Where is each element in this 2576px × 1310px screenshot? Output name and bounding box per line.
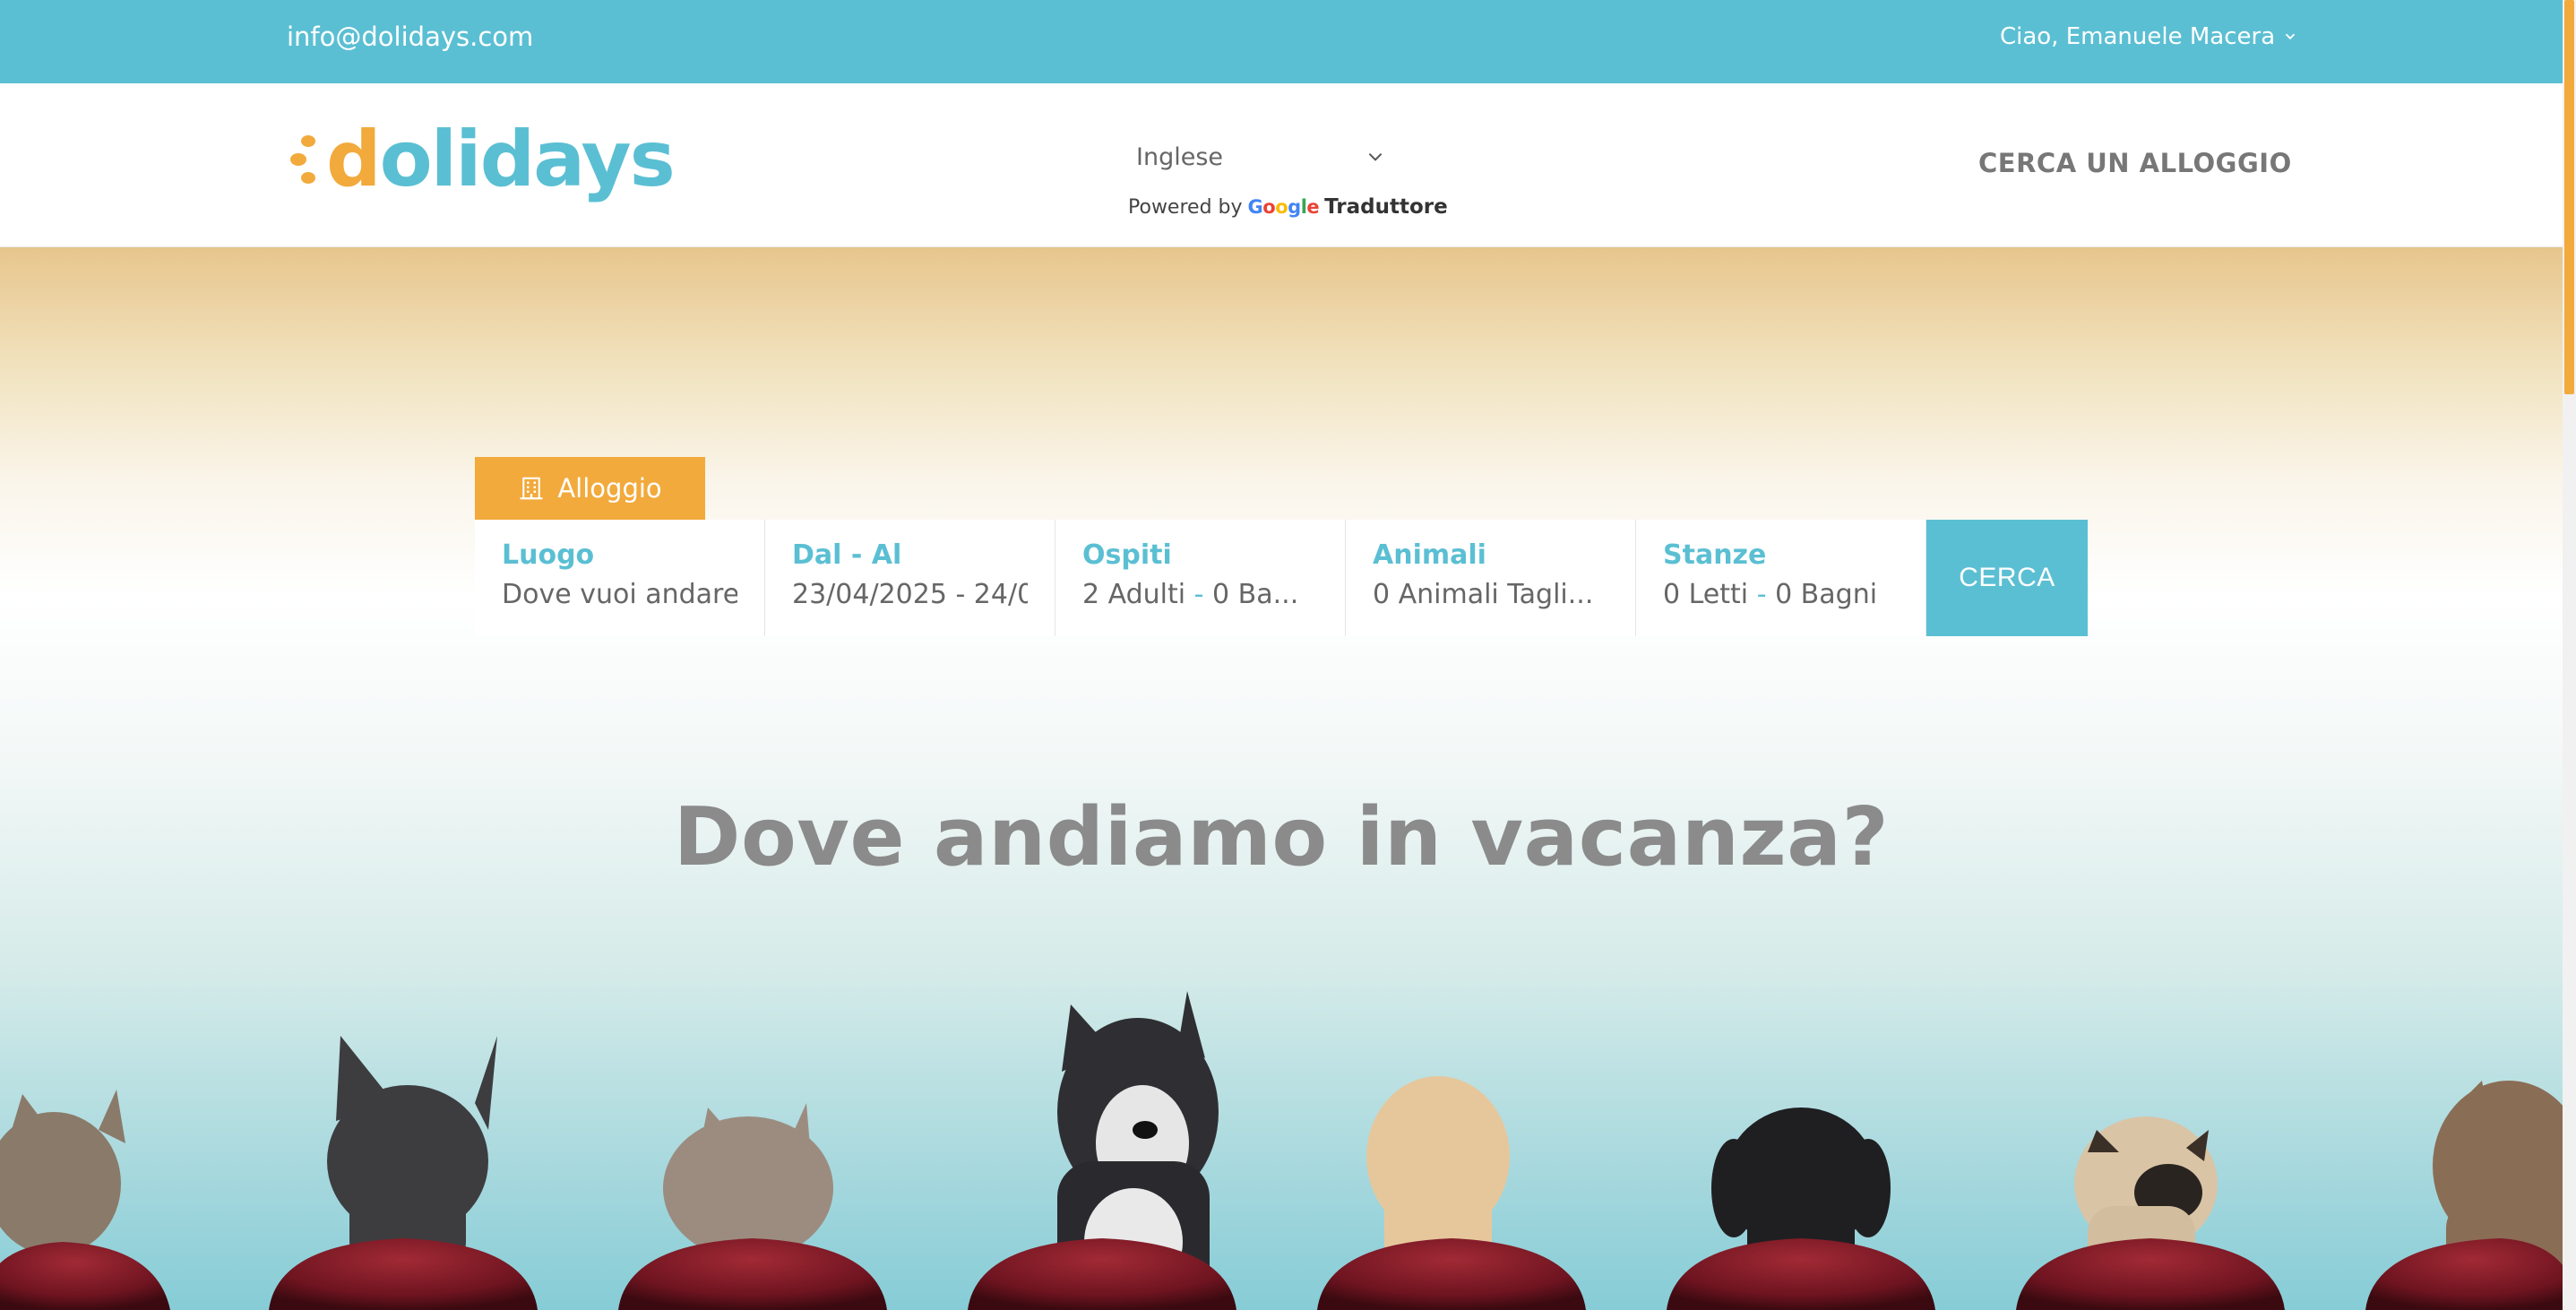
chevron-down-icon xyxy=(1368,152,1383,161)
guests-value[interactable]: 2 Adulti - 0 Ba... xyxy=(1082,579,1318,610)
contact-email[interactable]: info@dolidays.com xyxy=(287,22,533,52)
pets-label: Animali xyxy=(1373,539,1486,571)
page-scrollbar[interactable] xyxy=(2563,0,2576,1310)
tab-accommodation-label: Alloggio xyxy=(557,473,662,504)
guests-field[interactable]: Ospiti 2 Adulti - 0 Ba... xyxy=(1055,520,1346,636)
language-select[interactable]: Inglese xyxy=(1131,130,1391,184)
search-button[interactable]: CERCA xyxy=(1926,520,2088,636)
dates-value[interactable]: 23/04/2025 - 24/04/2025 xyxy=(792,579,1028,610)
nav-search-accommodation[interactable]: CERCA UN ALLOGGIO xyxy=(1978,148,2292,178)
dates-label: Dal - Al xyxy=(792,539,902,571)
dolidays-logo[interactable]: dolidays xyxy=(289,115,676,204)
translate-link[interactable]: Traduttore xyxy=(1324,195,1448,219)
guests-label: Ospiti xyxy=(1082,539,1172,571)
hero-section: Alloggio Luogo Dove vuoi andare? Dal - A… xyxy=(0,247,2563,1310)
logo-wordmark: dolidays xyxy=(326,115,676,204)
search-bar: Luogo Dove vuoi andare? Dal - Al 23/04/2… xyxy=(475,520,2088,636)
location-label: Luogo xyxy=(502,539,595,571)
chevron-down-icon xyxy=(2286,33,2296,40)
language-select-value: Inglese xyxy=(1136,142,1224,171)
main-header: dolidays Inglese Powered by Google Tradu… xyxy=(0,83,2563,247)
location-field[interactable]: Luogo Dove vuoi andare? xyxy=(475,520,765,636)
dates-field[interactable]: Dal - Al 23/04/2025 - 24/04/2025 xyxy=(765,520,1055,636)
user-greeting: Ciao, Emanuele Macera xyxy=(2000,23,2276,50)
tab-accommodation[interactable]: Alloggio xyxy=(475,457,705,520)
scrollbar-thumb[interactable] xyxy=(2564,0,2574,394)
user-menu[interactable]: Ciao, Emanuele Macera xyxy=(2000,23,2298,50)
building-icon xyxy=(520,477,543,500)
pets-cinema-audience-image xyxy=(0,991,2563,1310)
rooms-label: Stanze xyxy=(1663,539,1767,571)
rooms-field[interactable]: Stanze 0 Letti - 0 Bagni xyxy=(1636,520,1926,636)
sun-rays-icon xyxy=(289,128,323,191)
top-bar: info@dolidays.com Ciao, Emanuele Macera xyxy=(0,0,2563,83)
hero-headline: Dove andiamo in vacanza? xyxy=(673,790,1890,884)
pets-value[interactable]: 0 Animali Tagli... xyxy=(1373,579,1608,610)
pets-field[interactable]: Animali 0 Animali Tagli... xyxy=(1346,520,1636,636)
rooms-value[interactable]: 0 Letti - 0 Bagni xyxy=(1663,579,1899,610)
google-translate-attribution: Powered by Google Traduttore xyxy=(1128,195,1448,219)
location-input[interactable]: Dove vuoi andare? xyxy=(502,579,737,610)
google-logo[interactable]: Google xyxy=(1248,196,1320,218)
